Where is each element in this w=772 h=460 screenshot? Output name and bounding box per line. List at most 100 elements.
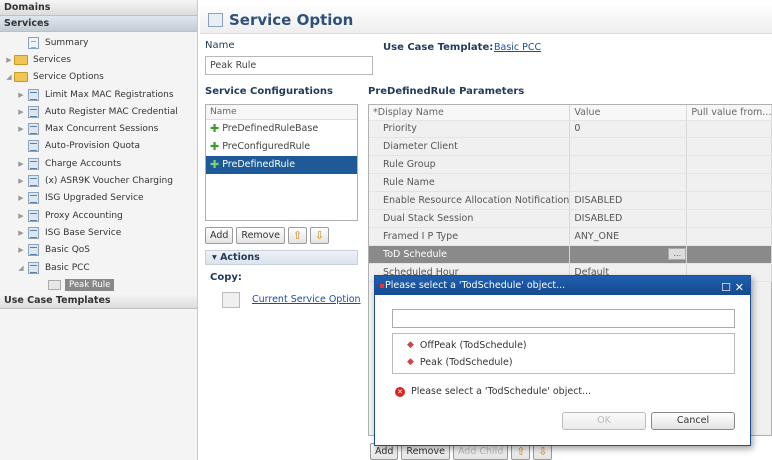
copy-icon[interactable] (222, 292, 240, 308)
param-pull[interactable] (686, 191, 772, 210)
param-value[interactable]: DISABLED (569, 191, 688, 210)
service-option-icon (208, 12, 223, 27)
expand-arrow-icon[interactable]: ▶ (4, 56, 14, 64)
validation-message: ✕ Please select a 'TodSchedule' object..… (395, 386, 591, 397)
param-pull[interactable] (686, 137, 772, 157)
tree-item-limit-max-mac[interactable]: ▶ Limit Max MAC Registrations (0, 86, 197, 103)
tree-item-label: Proxy Accounting (45, 210, 123, 221)
tree-item-label: Auto-Provision Quota (45, 141, 141, 152)
expand-arrow-icon[interactable]: ▶ (16, 229, 26, 237)
expand-arrow-icon[interactable]: ▶ (16, 212, 26, 220)
service-configurations-list: Name ✚ PreDefinedRuleBase ✚ PreConfigure… (205, 104, 358, 221)
table-row[interactable]: Rule Name (369, 173, 772, 193)
param-pull[interactable] (686, 173, 772, 193)
param-name: Diameter Client (369, 137, 571, 157)
required-marker-icon (380, 283, 384, 288)
param-value[interactable]: 0 (569, 120, 688, 139)
tree-item-service-options[interactable]: ◢ Service Options (0, 69, 197, 86)
close-icon[interactable]: ✕ (735, 281, 744, 294)
tree-item-asr9k-voucher[interactable]: ▶ (x) ASR9K Voucher Charging (0, 172, 197, 189)
service-option-icon (28, 261, 39, 274)
table-row[interactable]: Enable Resource Allocation Notification D… (369, 191, 772, 210)
tree-item-label: Charge Accounts (45, 158, 122, 169)
tree-item-label: Service Options (33, 72, 104, 83)
expand-arrow-icon[interactable]: ▶ (16, 160, 26, 168)
copy-label: Copy: (210, 272, 242, 283)
table-row[interactable]: Framed I P Type ANY_ONE (369, 227, 772, 246)
list-item[interactable]: ✚ PreDefinedRuleBase (206, 120, 357, 138)
list-item[interactable]: ✚ PreDefinedRule (206, 156, 357, 174)
tree-item-services[interactable]: ▶ Services (0, 51, 197, 68)
ok-button[interactable]: OK (562, 412, 646, 430)
name-field[interactable]: Peak Rule (205, 56, 373, 75)
validation-message-text: Please select a 'TodSchedule' object... (411, 386, 592, 397)
param-pull[interactable] (686, 209, 772, 228)
domains-header[interactable]: Domains (0, 0, 197, 16)
tree-item-basic-pcc[interactable]: ◢ Basic PCC (0, 259, 197, 276)
tree-item-isg-upgraded[interactable]: ▶ ISG Upgraded Service (0, 190, 197, 207)
param-pull[interactable] (686, 227, 772, 246)
tree-item-auto-register-mac[interactable]: ▶ Auto Register MAC Credential (0, 103, 197, 120)
remove-config-button[interactable]: Remove (236, 227, 285, 244)
cancel-button[interactable]: Cancel (651, 412, 735, 430)
use-case-template-link[interactable]: Basic PCC (494, 42, 541, 53)
maximize-icon[interactable]: ☐ (721, 281, 731, 294)
param-pull[interactable] (686, 245, 772, 264)
param-value[interactable] (569, 173, 688, 193)
column-header[interactable]: Pull value from... (686, 105, 772, 121)
tree-item-max-concurrent[interactable]: ▶ Max Concurrent Sessions (0, 120, 197, 137)
tree-item-isg-base[interactable]: ▶ ISG Base Service (0, 224, 197, 241)
table-row[interactable]: Priority 0 (369, 120, 772, 139)
browse-ellipsis-icon[interactable]: ... (668, 248, 686, 261)
column-header[interactable]: Value (569, 105, 688, 121)
dialog-title-bar[interactable]: Please select a 'TodSchedule' object... … (375, 276, 750, 295)
use-case-templates-header[interactable]: Use Case Templates (0, 293, 197, 310)
copy-current-service-option-link[interactable]: Current Service Option (252, 294, 361, 305)
table-header: *Display Name Value Pull value from... (369, 105, 772, 121)
services-header[interactable]: Services (0, 16, 197, 32)
expand-arrow-icon[interactable]: ▶ (16, 177, 26, 185)
move-up-icon[interactable]: ⇧ (287, 227, 307, 244)
tree-item-auto-provision-quota[interactable]: Auto-Provision Quota (0, 138, 197, 155)
list-item[interactable]: ✚ PreConfiguredRule (206, 138, 357, 156)
collapse-arrow-icon[interactable]: ◢ (4, 73, 14, 81)
tree-item-summary[interactable]: Summary (0, 34, 197, 51)
actions-header[interactable]: ▾ Actions (205, 250, 358, 265)
expand-arrow-icon[interactable]: ▶ (16, 125, 26, 133)
plus-icon: ✚ (210, 158, 220, 171)
dialog-options-list: ◆ OffPeak (TodSchedule) ◆ Peak (TodSched… (392, 333, 735, 374)
param-pull[interactable] (686, 155, 772, 175)
list-item[interactable]: ◆ OffPeak (TodSchedule) (393, 337, 734, 354)
error-icon: ✕ (395, 386, 405, 397)
param-pull[interactable] (686, 120, 772, 139)
list-item[interactable]: ◆ Peak (TodSchedule) (393, 354, 734, 371)
dialog-search-input[interactable] (392, 309, 735, 328)
param-value[interactable]: DISABLED (569, 209, 688, 228)
column-header[interactable]: *Display Name (369, 105, 571, 121)
param-value[interactable]: ANY_ONE (569, 227, 688, 246)
collapse-triangle-icon: ▾ (212, 252, 221, 263)
expand-arrow-icon[interactable]: ▶ (16, 246, 26, 254)
param-name: Rule Name (369, 173, 571, 193)
expand-arrow-icon[interactable]: ▶ (16, 194, 26, 202)
service-option-icon (28, 157, 39, 170)
expand-arrow-icon[interactable]: ▶ (16, 108, 26, 116)
table-row[interactable]: Diameter Client (369, 137, 772, 157)
param-value[interactable] (569, 137, 688, 157)
param-value[interactable]: ... (569, 245, 688, 264)
expand-arrow-icon[interactable]: ▶ (16, 91, 26, 99)
move-down-icon[interactable]: ⇩ (309, 227, 329, 244)
table-row[interactable]: ToD Schedule... (369, 245, 772, 264)
service-configurations-label: Service Configurations (205, 86, 333, 97)
collapse-arrow-icon[interactable]: ◢ (16, 264, 26, 272)
list-item-label: PreDefinedRule (222, 159, 296, 170)
tree-item-peak-rule[interactable]: Peak Rule (0, 276, 197, 293)
param-value[interactable] (569, 155, 688, 175)
table-row[interactable]: Dual Stack Session DISABLED (369, 209, 772, 228)
add-config-button[interactable]: Add (205, 227, 234, 244)
table-row[interactable]: Rule Group (369, 155, 772, 175)
tree-item-proxy-accounting[interactable]: ▶ Proxy Accounting (0, 207, 197, 224)
tree-item-basic-qos[interactable]: ▶ Basic QoS (0, 242, 197, 259)
tree-item-charge-accounts[interactable]: ▶ Charge Accounts (0, 155, 197, 172)
object-icon: ◆ (407, 340, 414, 350)
